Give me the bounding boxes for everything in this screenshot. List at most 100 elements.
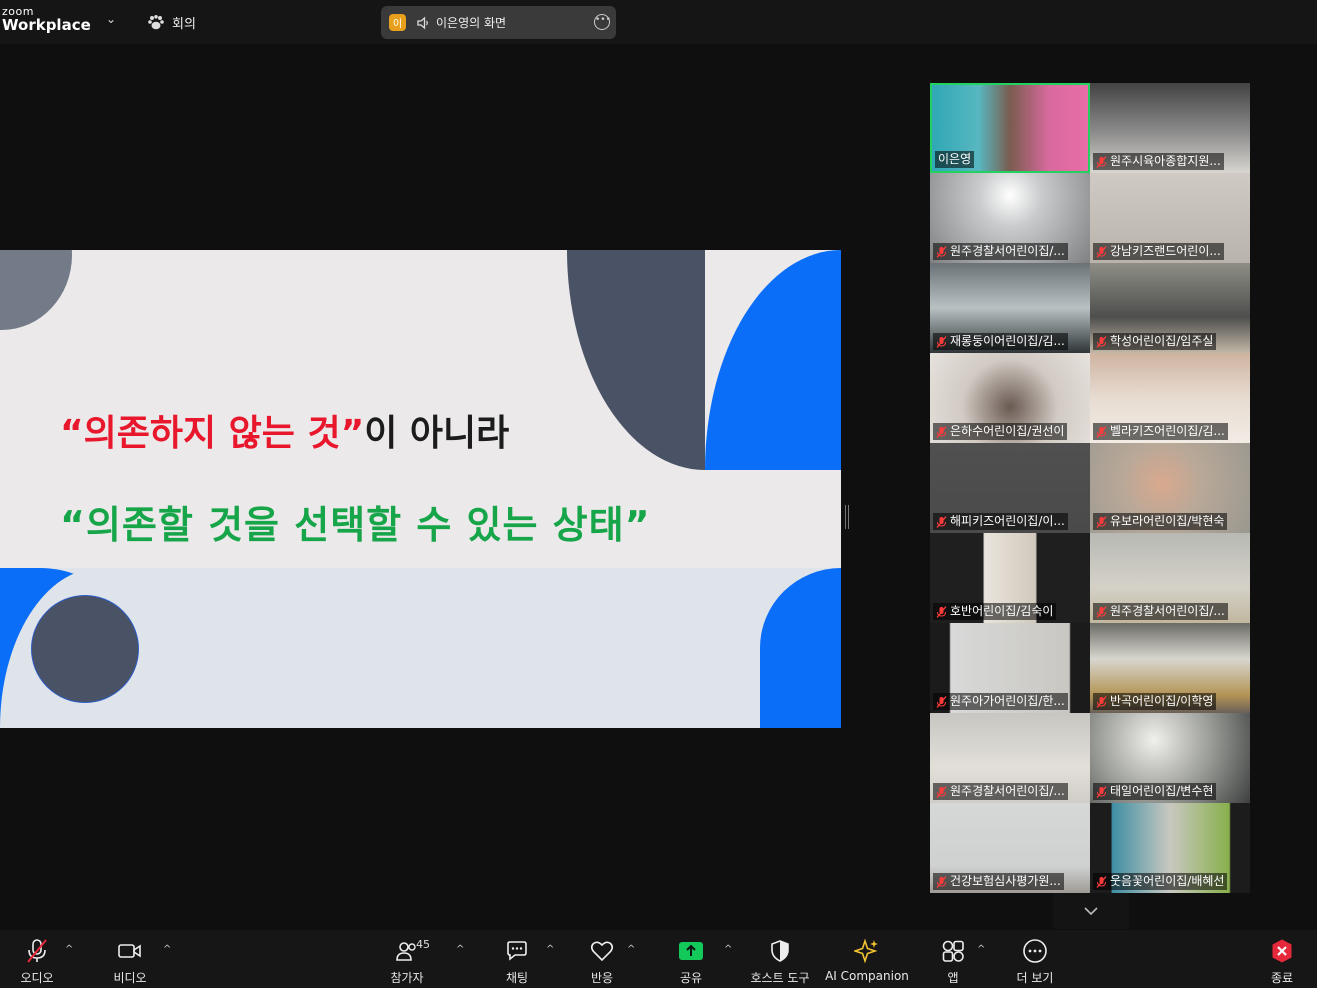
chat-button[interactable]: 채팅 (494, 930, 540, 988)
participant-name-tag: 은하수어린이집/권선이 (933, 423, 1068, 440)
reactions-button[interactable]: 반응 (579, 930, 625, 988)
more-button[interactable]: 더 보기 (1012, 930, 1058, 988)
participant-name-tag: 웃음꽃어린이집/배혜선 (1093, 873, 1228, 890)
slide-decor-leaf-blue (705, 250, 841, 470)
reactions-options-caret[interactable]: ^ (627, 944, 635, 955)
participant-name: 재롱둥이어린이집/김... (950, 334, 1065, 348)
microphone-muted-icon (27, 939, 47, 963)
participant-tile[interactable]: 재롱둥이어린이집/김... (930, 263, 1090, 353)
participant-name: 건강보험심사평가원... (950, 874, 1061, 888)
participant-name: 강남키즈랜드어린이... (1110, 244, 1221, 258)
microphone-muted-icon (936, 245, 947, 258)
apps-icon (942, 940, 964, 962)
apps-label: 앱 (947, 971, 959, 985)
slide-text-quote-red: “의존하지 않는 것” (60, 413, 365, 454)
meeting-button[interactable]: 회의 (148, 12, 196, 32)
microphone-muted-icon (936, 335, 947, 348)
participant-tile[interactable]: 건강보험심사평가원... (930, 803, 1090, 893)
chat-label: 채팅 (505, 971, 529, 985)
microphone-muted-icon (1096, 875, 1107, 888)
microphone-muted-icon (1096, 695, 1107, 708)
participant-name: 학성어린이집/임주실 (1110, 334, 1214, 348)
audio-label: 오디오 (20, 971, 54, 985)
participant-tile[interactable]: 태일어린이집/변수현 (1090, 713, 1250, 803)
logo-workplace-text: Workplace (2, 16, 91, 34)
end-meeting-button[interactable]: 종료 (1259, 930, 1305, 988)
participant-name-tag: 호반어린이집/김숙이 (933, 603, 1057, 620)
video-options-caret[interactable]: ^ (163, 944, 171, 955)
participant-name: 유보라어린이집/박현숙 (1110, 514, 1225, 528)
participant-name-tag: 태일어린이집/변수현 (1093, 783, 1217, 800)
participant-name: 은하수어린이집/권선이 (950, 424, 1065, 438)
participant-tile[interactable]: 원주아가어린이집/한... (930, 623, 1090, 713)
participants-button[interactable]: 45 참가자 (384, 930, 430, 988)
microphone-muted-icon (1096, 605, 1107, 618)
participant-tile[interactable]: 유보라어린이집/박현숙 (1090, 443, 1250, 533)
participant-name: 이은영 (938, 152, 972, 166)
end-label: 종료 (1270, 971, 1294, 985)
ai-companion-button[interactable]: AI Companion (825, 930, 909, 988)
chevron-down-icon (1084, 907, 1098, 916)
participant-tile[interactable]: 웃음꽃어린이집/배혜선 (1090, 803, 1250, 893)
participants-count: 45 (416, 938, 430, 951)
ai-companion-label: AI Companion (825, 969, 909, 983)
participant-tile[interactable]: 원주경찰서어린이집/... (1090, 533, 1250, 623)
chat-options-caret[interactable]: ^ (546, 944, 554, 955)
host-tools-button[interactable]: 호스트 도구 (745, 930, 815, 988)
audio-options-caret[interactable]: ^ (65, 944, 73, 955)
participant-name-tag: 원주경찰서어린이집/... (1093, 603, 1228, 620)
participant-name-tag: 유보라어린이집/박현숙 (1093, 513, 1228, 530)
participant-tile[interactable]: 원주경찰서어린이집/... (930, 713, 1090, 803)
slide-decor-circle-gray (0, 250, 72, 330)
view-splitter-handle[interactable] (845, 505, 849, 529)
participant-name: 호반어린이집/김숙이 (950, 604, 1054, 618)
share-label: 공유 (679, 971, 703, 985)
participant-name: 원주경찰서어린이집/... (1110, 604, 1225, 618)
microphone-muted-icon (936, 785, 947, 798)
participant-name: 원주경찰서어린이집/... (950, 784, 1065, 798)
screen-share-indicator[interactable]: 이 이은영의 화면 ••• (381, 6, 616, 39)
participant-tile[interactable]: 이은영 (930, 83, 1090, 173)
participant-tile[interactable]: 원주시육아종합지원... (1090, 83, 1250, 173)
microphone-muted-icon (1096, 785, 1107, 798)
microphone-muted-icon (1096, 425, 1107, 438)
gallery-scroll-down-button[interactable] (1053, 893, 1129, 929)
video-button[interactable]: 비디오 (107, 930, 153, 988)
participant-tile[interactable]: 은하수어린이집/권선이 (930, 353, 1090, 443)
shared-screen-slide: “의존하지 않는 것”이 아니라 “의존할 것을 선택할 수 있는 상태” (0, 250, 841, 728)
participant-name-tag: 벨라키즈어린이집/김... (1093, 423, 1228, 440)
participants-options-caret[interactable]: ^ (456, 944, 464, 955)
slide-text-rest: 이 아니라 (364, 413, 510, 454)
participant-tile[interactable]: 벨라키즈어린이집/김... (1090, 353, 1250, 443)
heart-icon (590, 941, 614, 962)
share-screen-icon (679, 942, 703, 960)
participant-tile[interactable]: 학성어린이집/임주실 (1090, 263, 1250, 353)
participant-tile[interactable]: 호반어린이집/김숙이 (930, 533, 1090, 623)
speaker-icon (417, 16, 428, 29)
chat-icon (507, 941, 527, 961)
more-options-icon[interactable]: ••• (594, 14, 611, 30)
participants-label: 참가자 (390, 971, 424, 985)
video-label: 비디오 (113, 971, 147, 985)
participant-tile[interactable]: 해피키즈어린이집/이... (930, 443, 1090, 533)
video-camera-icon (118, 944, 141, 958)
sparkle-icon (854, 938, 878, 964)
host-tools-label: 호스트 도구 (750, 971, 810, 985)
microphone-muted-icon (1096, 335, 1107, 348)
participant-tile[interactable]: 원주경찰서어린이집/... (930, 173, 1090, 263)
participant-tile[interactable]: 강남키즈랜드어린이... (1090, 173, 1250, 263)
apps-options-caret[interactable]: ^ (977, 944, 985, 955)
participant-name: 원주경찰서어린이집/... (950, 244, 1065, 258)
zoom-workplace-logo[interactable]: zoom Workplace (2, 6, 91, 33)
participant-name-tag: 원주경찰서어린이집/... (933, 783, 1068, 800)
participant-tile[interactable]: 반곡어린이집/이학영 (1090, 623, 1250, 713)
share-options-caret[interactable]: ^ (724, 944, 732, 955)
slide-text-line2: “의존할 것을 선택할 수 있는 상태” (60, 503, 651, 547)
microphone-muted-icon (1096, 155, 1107, 168)
apps-button[interactable]: 앱 (930, 930, 976, 988)
chevron-down-icon[interactable]: ⌄ (106, 12, 116, 26)
share-button[interactable]: 공유 (668, 930, 714, 988)
participant-name: 벨라키즈어린이집/김... (1110, 424, 1225, 438)
audio-button[interactable]: 오디오 (14, 930, 60, 988)
participant-name-tag: 원주아가어린이집/한... (933, 693, 1068, 710)
